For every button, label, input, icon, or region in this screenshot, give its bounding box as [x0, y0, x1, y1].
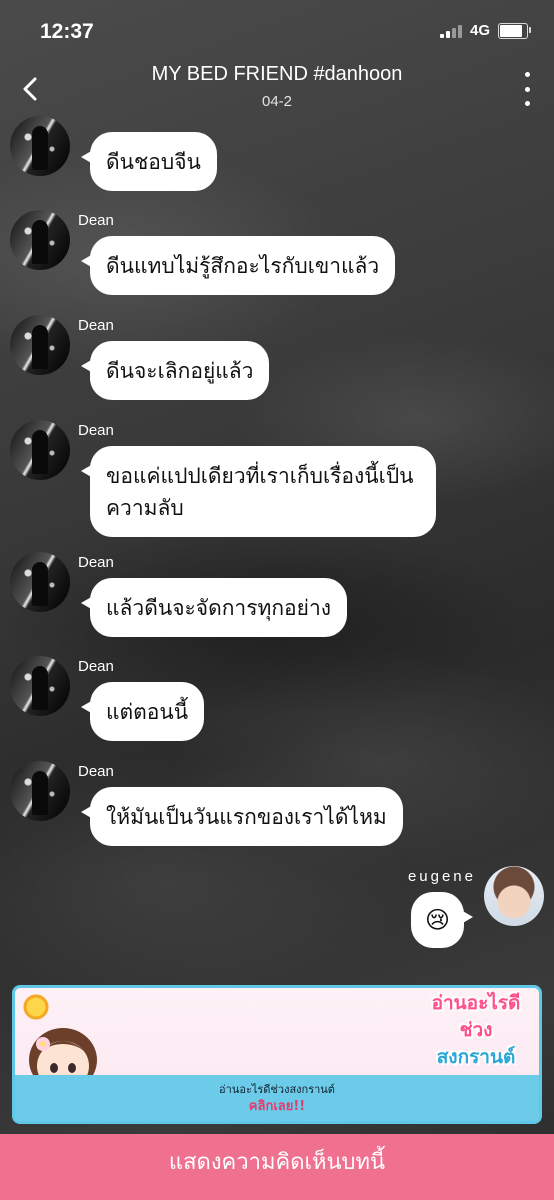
banner-cta-link[interactable]: คลิกเลย!! [135, 1095, 419, 1116]
message-text: ดีนแทบไม่รู้สึกอะไรกับเขาแล้ว [106, 254, 380, 278]
banner-title-line: ช่วง [459, 1019, 493, 1041]
message-bubble: ดีนจะเลิกอยู่แล้ว [80, 341, 270, 400]
avatar[interactable] [484, 866, 544, 926]
message-text-line: ความลับ [106, 496, 184, 520]
avatar[interactable] [10, 315, 70, 375]
banner-title-line: สงกรานต์ [436, 1046, 516, 1068]
message-bubble: แล้วดีนจะจัดการทุกอย่าง [80, 578, 348, 637]
sender-name: Dean [78, 422, 114, 439]
banner-title-line: อ่านอะไรดี [431, 992, 521, 1014]
avatar[interactable] [10, 761, 70, 821]
status-indicators: 4G [439, 22, 531, 39]
message-text: แต่ตอนนี้ [106, 700, 189, 724]
sender-name: eugene [407, 868, 476, 885]
message-text: ดีนชอบจีน [106, 150, 201, 174]
story-title: MY BED FRIEND #danhoon [151, 63, 403, 85]
sender-name: Dean [78, 554, 114, 571]
avatar[interactable] [10, 116, 70, 176]
battery-icon [498, 22, 531, 39]
message-text: ดีนจะเลิกอยู่แล้ว [106, 359, 254, 383]
message-bubble: ให้มันเป็นวันแรกของเราได้ไหม [81, 787, 403, 846]
more-vertical-icon[interactable] [522, 72, 532, 106]
crying-emoji: 😢 [424, 906, 450, 934]
avatar[interactable] [10, 656, 70, 716]
sender-name: Dean [78, 317, 114, 334]
message-bubble: ขอแค่แปปเดียวที่เราเก็บเรื่องนี้เป็น ควา… [81, 446, 436, 537]
message-bubble: ดีนแทบไม่รู้สึกอะไรกับเขาแล้ว [80, 236, 396, 295]
comment-button[interactable]: แสดงความคิดเห็นบทนี้ [0, 1134, 554, 1200]
status-time: 12:37 [40, 20, 94, 43]
sender-name: Dean [78, 658, 114, 675]
sender-name: Dean [78, 212, 114, 229]
signal-icon [439, 24, 462, 38]
banner-title: อ่านอะไรดี ช่วง สงกรานต์ [421, 990, 531, 1071]
chapter-number: 04-2 [261, 93, 293, 110]
banner-footer: อ่านอะไรดีช่วงสงกรานต์ คลิกเลย!! [15, 1075, 539, 1121]
avatar[interactable] [10, 552, 70, 612]
message-text-line: ขอแค่แปปเดียวที่เราเก็บเรื่องนี้เป็น [106, 464, 414, 488]
message-bubble: ดีนชอบจีน [81, 132, 217, 191]
sender-name: Dean [78, 763, 114, 780]
promo-banner[interactable]: อ่านอะไรดี ช่วง สงกรานต์ อ่านอะไรดีช่วงส… [12, 985, 542, 1124]
message-bubble: แต่ตอนนี้ [80, 682, 205, 741]
avatar[interactable] [10, 420, 70, 480]
avatar[interactable] [10, 210, 70, 270]
message-text: ให้มันเป็นวันแรกของเราได้ไหม [106, 805, 387, 829]
chat-header: MY BED FRIEND #danhoon 04-2 [0, 56, 554, 116]
chat-screen: 12:37 4G MY BED FRIEND #danhoon 04-2 ดีน… [0, 0, 554, 1200]
message-bubble: 😢 [410, 892, 474, 948]
network-label: 4G [469, 22, 490, 39]
message-text: แล้วดีนจะจัดการทุกอย่าง [106, 596, 332, 620]
